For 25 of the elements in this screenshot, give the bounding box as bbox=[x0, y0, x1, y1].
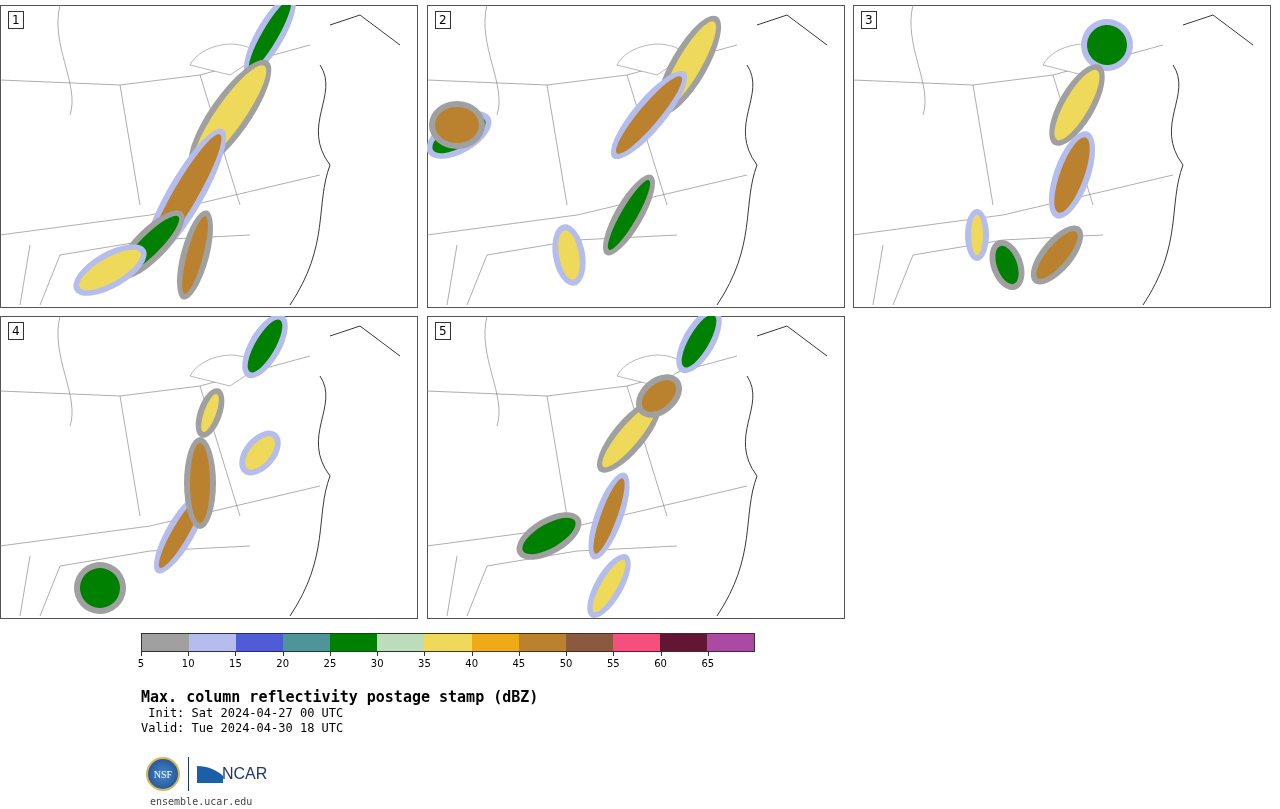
scale-tick-label: 5 bbox=[137, 658, 145, 669]
scale-tick-label: 50 bbox=[559, 658, 573, 669]
ncar-logo: NCAR bbox=[222, 765, 268, 783]
scale-tick-label: 35 bbox=[418, 658, 431, 669]
scale-tick-label: 60 bbox=[654, 658, 667, 669]
panel-number: 1 bbox=[8, 11, 24, 29]
scale-tick-label: 55 bbox=[607, 658, 620, 669]
scale-tick-label: 10 bbox=[181, 658, 195, 669]
panel-number: 5 bbox=[435, 322, 451, 340]
panel-number: 2 bbox=[435, 11, 451, 29]
site-url: ensemble.ucar.edu bbox=[150, 796, 254, 807]
scale-tick-label: 65 bbox=[701, 658, 715, 669]
scale-tick-label: 40 bbox=[465, 658, 478, 669]
scale-tick-label: 15 bbox=[229, 658, 242, 669]
swoosh-icon bbox=[197, 764, 223, 784]
init-time: Init: Sat 2024-04-27 00 UTC bbox=[147, 706, 345, 721]
scale-tick-label: 20 bbox=[276, 658, 290, 669]
panel-number: 3 bbox=[861, 11, 877, 29]
scale-tick-label: 45 bbox=[512, 658, 526, 669]
scale-tick-label: 25 bbox=[323, 658, 337, 669]
nsf-logo: NSF bbox=[146, 757, 180, 791]
valid-time: Valid: Tue 2024-04-30 18 UTC bbox=[141, 721, 345, 736]
scale-tick-label: 30 bbox=[370, 658, 384, 669]
panel-number: 4 bbox=[8, 322, 24, 340]
chart-title: Max. column reflectivity postage stamp (dBZ) bbox=[141, 688, 540, 706]
